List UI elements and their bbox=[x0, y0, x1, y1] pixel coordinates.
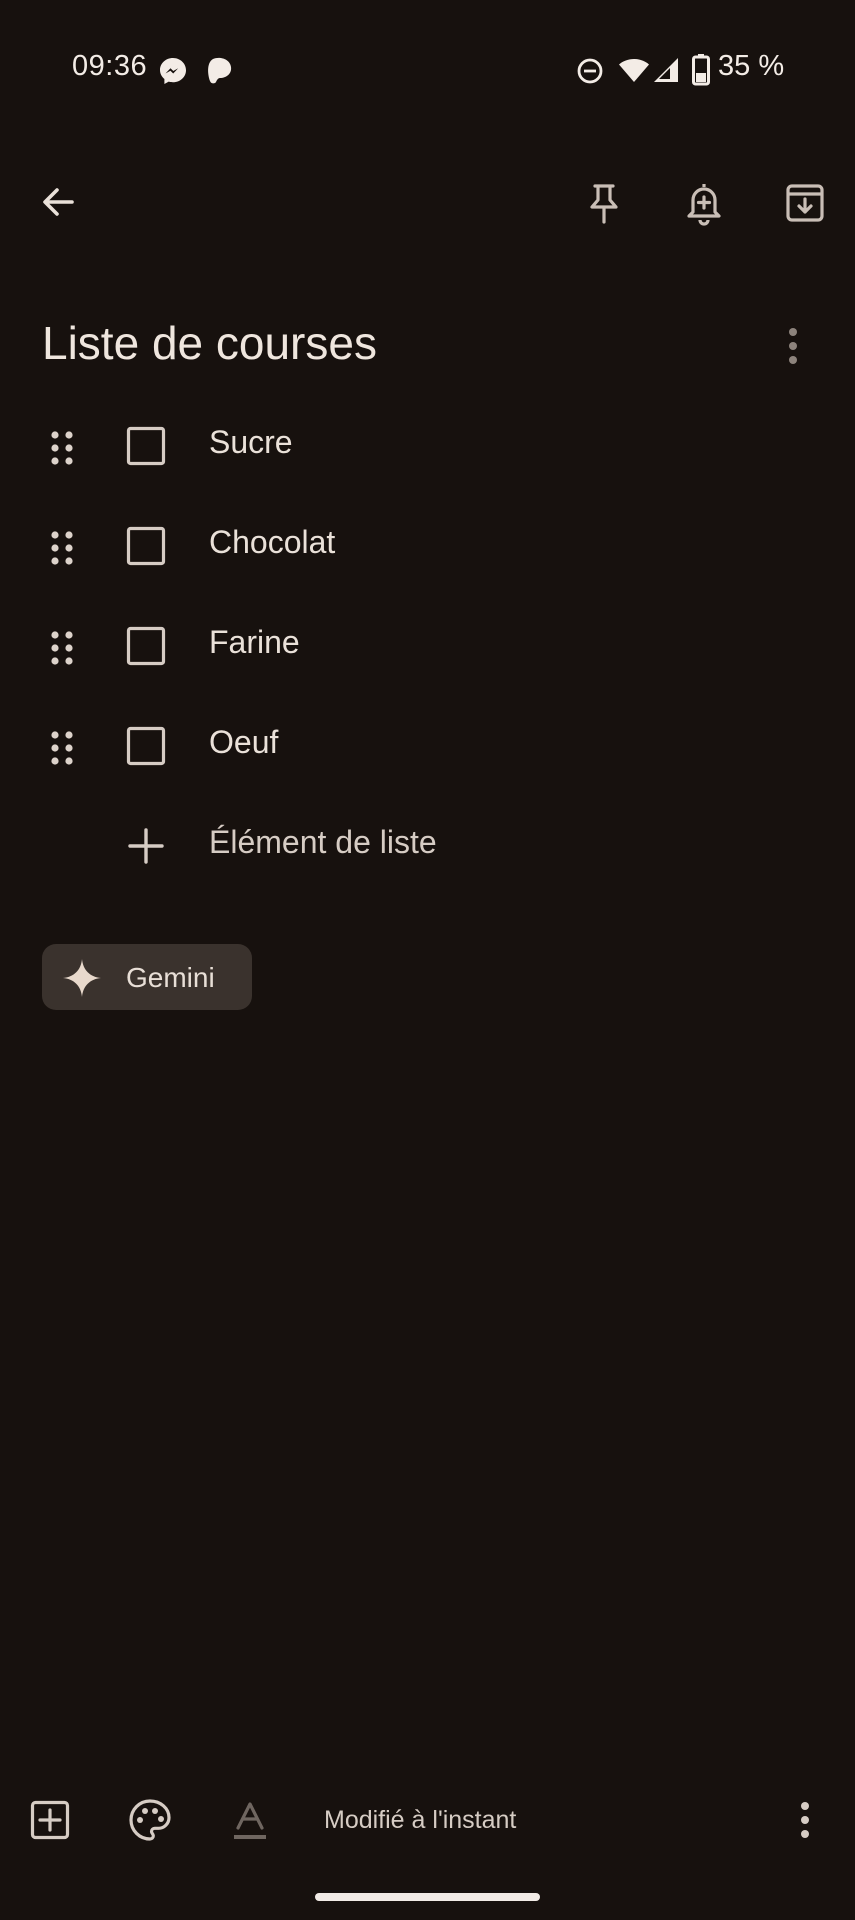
pin-icon[interactable] bbox=[584, 182, 624, 226]
home-indicator[interactable] bbox=[315, 1893, 540, 1901]
drag-handle-icon[interactable] bbox=[50, 430, 74, 466]
archive-icon[interactable] bbox=[784, 182, 826, 224]
drag-handle-icon[interactable] bbox=[50, 730, 74, 766]
cellular-signal-icon bbox=[652, 56, 680, 84]
checklist-item[interactable]: Farine bbox=[0, 594, 855, 694]
add-box-icon[interactable] bbox=[30, 1800, 70, 1840]
drag-handle-icon[interactable] bbox=[50, 630, 74, 666]
more-options-icon[interactable] bbox=[796, 1800, 814, 1840]
battery-percentage: 35 % bbox=[718, 50, 785, 82]
drag-handle-icon[interactable] bbox=[50, 530, 74, 566]
app-notification-icon bbox=[204, 55, 234, 85]
checklist-item-label[interactable]: Farine bbox=[209, 624, 300, 661]
do-not-disturb-icon bbox=[576, 57, 604, 85]
checklist-item-label[interactable]: Chocolat bbox=[209, 524, 335, 561]
palette-icon[interactable] bbox=[128, 1798, 172, 1842]
messenger-icon bbox=[158, 56, 188, 86]
checkbox[interactable] bbox=[126, 526, 166, 566]
checkbox[interactable] bbox=[126, 626, 166, 666]
gemini-sparkle-icon bbox=[62, 958, 102, 998]
text-format-icon[interactable] bbox=[230, 1800, 270, 1842]
last-modified-text: Modifié à l'instant bbox=[324, 1806, 517, 1834]
add-list-item-label[interactable]: Élément de liste bbox=[209, 824, 437, 861]
status-time: 09:36 bbox=[72, 50, 148, 82]
add-reminder-icon[interactable] bbox=[684, 180, 724, 226]
checklist-item[interactable]: Oeuf bbox=[0, 694, 855, 794]
checklist-item[interactable]: Sucre bbox=[0, 394, 855, 494]
checklist-item[interactable]: Chocolat bbox=[0, 494, 855, 594]
note-more-options-icon[interactable] bbox=[784, 326, 802, 366]
battery-icon bbox=[692, 54, 710, 86]
checkbox[interactable] bbox=[126, 726, 166, 766]
gemini-button[interactable]: Gemini bbox=[42, 944, 252, 1010]
status-bar: 09:36 35 % bbox=[0, 0, 855, 140]
plus-icon[interactable] bbox=[126, 826, 166, 866]
checklist-item-label[interactable]: Oeuf bbox=[209, 724, 278, 761]
back-arrow-icon[interactable] bbox=[38, 182, 78, 222]
note-title[interactable]: Liste de courses bbox=[42, 316, 377, 370]
wifi-icon bbox=[618, 56, 650, 84]
checklist-item-label[interactable]: Sucre bbox=[209, 424, 293, 461]
add-list-item[interactable]: Élément de liste bbox=[0, 794, 855, 894]
checkbox[interactable] bbox=[126, 426, 166, 466]
gemini-label: Gemini bbox=[126, 962, 215, 993]
